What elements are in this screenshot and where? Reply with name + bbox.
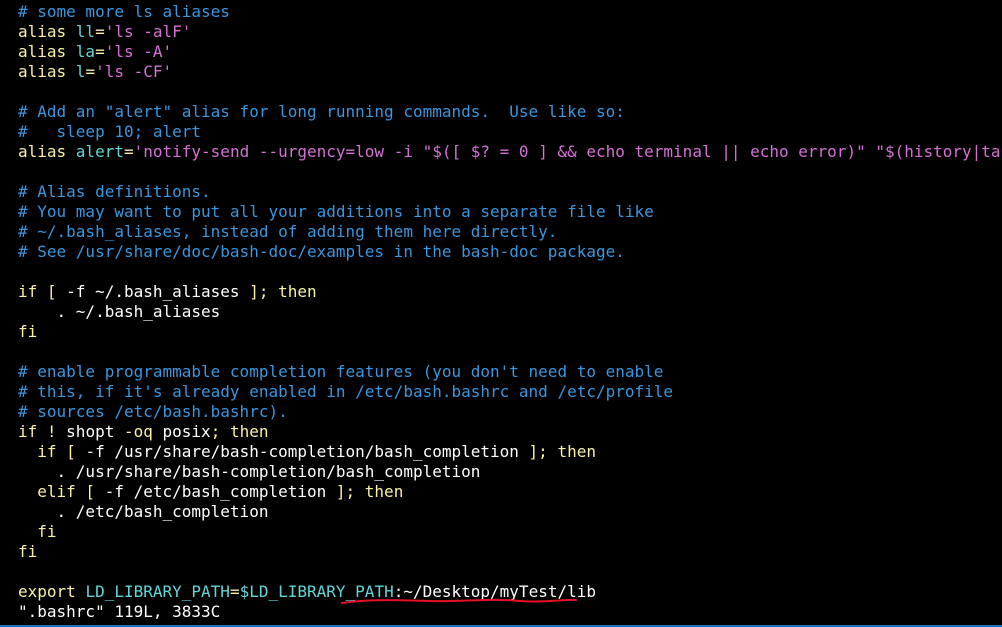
code-line: # Add an "alert" alias for long running … [18, 102, 1002, 122]
code-line: alias ll='ls -alF' [18, 22, 1002, 42]
export-keyword: export [18, 582, 76, 601]
code-line: if [ -f /usr/share/bash-completion/bash_… [18, 442, 1002, 462]
code-line: elif [ -f /etc/bash_completion ]; then [18, 482, 1002, 502]
code-token: # this, if it's already enabled in /etc/… [18, 382, 674, 401]
code-token: # ~/.bash_aliases, instead of adding the… [18, 222, 558, 241]
code-token: fi [18, 542, 38, 561]
code-token: /etc/bash_completion [123, 482, 336, 501]
code-line: # You may want to put all your additions… [18, 202, 1002, 222]
code-line: alias alert='notify-send --urgency=low -… [18, 142, 1002, 162]
code-token: alert [75, 142, 124, 161]
code-line: alias l='ls -CF' [18, 62, 1002, 82]
export-variable: LD_LIBRARY_PATH [85, 582, 230, 601]
code-token: ~/.bash_aliases [85, 282, 250, 301]
code-token: = [123, 142, 134, 161]
code-token: # sources /etc/bash.bashrc). [18, 402, 288, 421]
code-line: # enable programmable completion feature… [18, 362, 1002, 382]
code-token: elif [18, 482, 76, 501]
code-token: 'ls -A' [104, 42, 173, 61]
code-line: # ~/.bash_aliases, instead of adding the… [18, 222, 1002, 242]
code-token: 'ls -alF' [104, 22, 192, 41]
code-line: fi [18, 322, 1002, 342]
export-path: :~/Desktop/myTest/lib [393, 582, 596, 601]
code-token: [ [75, 482, 105, 501]
code-token: = [95, 22, 105, 41]
code-line: if [ -f ~/.bash_aliases ]; then [18, 282, 1002, 302]
code-line: # this, if it's already enabled in /etc/… [18, 382, 1002, 402]
code-token: # some more ls aliases [18, 2, 230, 21]
code-token: if [18, 442, 57, 461]
code-token: # Add an "alert" alias for long running … [18, 102, 625, 121]
code-token: posix [162, 422, 211, 441]
code-token: 'notify-send --urgency=low -i "$([ $? = … [133, 142, 1002, 161]
code-token: . ~/.bash_aliases [18, 302, 221, 321]
status-line: ".bashrc" 119L, 3833C [18, 602, 221, 621]
code-token: alias [18, 42, 76, 61]
code-token: if [18, 422, 38, 441]
code-token: ]; then [249, 282, 317, 301]
code-token: # See /usr/share/doc/bash-doc/examples i… [18, 242, 625, 261]
code-line: . ~/.bash_aliases [18, 302, 1002, 322]
code-token: fi [18, 522, 57, 541]
code-token: . /usr/share/bash-completion/bash_comple… [18, 462, 481, 481]
code-token: if [18, 282, 38, 301]
code-line: . /etc/bash_completion [18, 502, 1002, 522]
code-token: la [75, 42, 96, 61]
code-token: -f [66, 282, 86, 301]
code-line: # Alias definitions. [18, 182, 1002, 202]
code-token: = [95, 42, 105, 61]
code-token: alias [18, 22, 76, 41]
code-line: fi [18, 522, 1002, 542]
code-token: [ [56, 442, 86, 461]
code-line: # sleep 10; alert [18, 122, 1002, 142]
code-lines: # some more ls aliases alias ll='ls -alF'… [18, 2, 1002, 562]
code-token: ; then [210, 422, 269, 441]
code-token: # Alias definitions. [18, 182, 211, 201]
code-token: [ [37, 282, 67, 301]
code-token: 'ls -CF' [95, 62, 173, 81]
code-token: # You may want to put all your additions… [18, 202, 654, 221]
code-token: ]; then [335, 482, 404, 501]
code-token: -f [85, 442, 105, 461]
code-line: # sources /etc/bash.bashrc). [18, 402, 1002, 422]
cursor-line [18, 562, 1002, 582]
export-equals: = [229, 582, 240, 601]
code-token: ll [75, 22, 96, 41]
export-value-variable: $LD_LIBRARY_PATH [239, 582, 394, 601]
code-line: alias la='ls -A' [18, 42, 1002, 62]
code-token: ! [37, 422, 67, 441]
code-line: if ! shopt -oq posix; then [18, 422, 1002, 442]
code-token: # sleep 10; alert [18, 122, 202, 141]
code-token: alias [18, 62, 76, 81]
code-token: /usr/share/bash-completion/bash_completi… [104, 442, 529, 461]
terminal-editor[interactable]: # some more ls aliases alias ll='ls -alF'… [18, 2, 1002, 622]
code-token: fi [18, 322, 38, 341]
code-token: l [75, 62, 86, 81]
code-token: alias [18, 142, 76, 161]
code-token: . /etc/bash_completion [18, 502, 269, 521]
code-token: # enable programmable completion feature… [18, 362, 664, 381]
code-line: . /usr/share/bash-completion/bash_comple… [18, 462, 1002, 482]
export-line: export LD_LIBRARY_PATH=$LD_LIBRARY_PATH:… [18, 582, 1002, 602]
code-token: -f [104, 482, 124, 501]
code-token: -oq [114, 422, 163, 441]
code-line: # See /usr/share/doc/bash-doc/examples i… [18, 242, 1002, 262]
code-line: fi [18, 542, 1002, 562]
code-token: shopt [66, 422, 115, 441]
code-line: # some more ls aliases [18, 2, 1002, 22]
code-token: ]; then [528, 442, 596, 461]
code-token: = [85, 62, 96, 81]
